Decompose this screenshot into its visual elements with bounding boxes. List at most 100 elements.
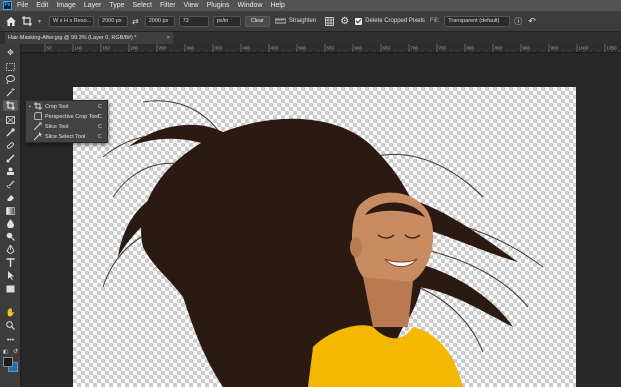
ruler-label: 950	[551, 46, 559, 51]
eyedropper-icon[interactable]	[3, 127, 18, 138]
crop-tool-flyout: ▪ Crop Tool C Perspective Crop Tool C Sl…	[25, 100, 108, 143]
close-icon[interactable]: ×	[167, 32, 170, 44]
ruler-label: 250	[159, 46, 167, 51]
straighten-label[interactable]: Straighten	[289, 18, 316, 24]
flyout-item-perspective-crop[interactable]: Perspective Crop Tool C	[26, 111, 107, 122]
reset-icon[interactable]: ↶	[528, 16, 536, 27]
swap-colors-icon[interactable]: ↺	[13, 348, 18, 355]
ruler-label: 500	[299, 46, 307, 51]
menu-type[interactable]: Type	[109, 2, 124, 9]
flyout-item-slice[interactable]: Slice Tool C	[26, 122, 107, 132]
info-icon[interactable]: ⓘ	[514, 16, 522, 27]
clear-button[interactable]: Clear	[244, 15, 270, 27]
flyout-item-crop[interactable]: ▪ Crop Tool C	[26, 102, 107, 112]
ruler-label: 450	[271, 46, 279, 51]
menu-filter[interactable]: Filter	[160, 2, 176, 9]
perspective-crop-icon	[33, 111, 42, 122]
crop-tool-icon[interactable]	[3, 100, 18, 111]
tools-panel: ✥ ✋ ••• ◧ ↺	[0, 44, 21, 387]
shortcut-key: C	[98, 104, 102, 110]
menu-file[interactable]: File	[17, 2, 28, 9]
ruler-label: 550	[327, 46, 335, 51]
ruler-label: 700	[411, 46, 419, 51]
ruler-label: 300	[187, 46, 195, 51]
menu-view[interactable]: View	[184, 2, 199, 9]
document-tab-title: Hair-Masking-After.jpg @ 99.3% (Layer 0,…	[8, 35, 137, 41]
more-tools-icon[interactable]: •••	[3, 335, 18, 346]
width-field[interactable]: 2000 px	[98, 15, 129, 27]
straighten-icon[interactable]	[274, 18, 286, 24]
rectangle-tool-icon[interactable]	[3, 283, 18, 294]
crop-icon	[33, 102, 42, 112]
brush-tool-icon[interactable]	[3, 153, 18, 164]
zoom-tool-icon[interactable]	[3, 320, 18, 331]
menu-layer[interactable]: Layer	[84, 2, 102, 9]
ratio-select[interactable]: W x H x Reso...	[49, 15, 95, 27]
stamp-tool-icon[interactable]	[3, 166, 18, 177]
overlay-grid-icon[interactable]	[325, 16, 335, 26]
eraser-icon[interactable]	[3, 192, 18, 203]
flyout-item-label: Slice Select Tool	[45, 134, 86, 140]
foreground-color-swatch[interactable]	[3, 357, 13, 367]
chevron-down-icon[interactable]: ▾	[38, 18, 41, 25]
ruler-label: 50	[47, 46, 53, 51]
blur-tool-icon[interactable]	[3, 218, 18, 229]
ruler-label: 150	[103, 46, 111, 51]
photoshop-logo[interactable]: Ps	[3, 1, 12, 10]
ruler-label: 350	[215, 46, 223, 51]
shortcut-key: C	[98, 124, 102, 130]
unit-select[interactable]: px/in	[212, 15, 241, 27]
gear-icon[interactable]: ⚙	[340, 16, 349, 27]
image-canvas[interactable]	[73, 87, 576, 387]
document-tab[interactable]: Hair-Masking-After.jpg @ 99.3% (Layer 0,…	[5, 32, 173, 44]
marquee-tool-icon[interactable]	[3, 61, 18, 72]
shortcut-key: C	[98, 134, 102, 140]
pen-tool-icon[interactable]	[3, 244, 18, 255]
ruler-label: 1000	[579, 46, 590, 51]
dodge-tool-icon[interactable]	[3, 231, 18, 242]
flyout-item-slice-select[interactable]: Slice Select Tool C	[26, 132, 107, 142]
resolution-field[interactable]: 72	[178, 15, 209, 27]
ruler-label: 600	[355, 46, 363, 51]
ruler-label: 650	[383, 46, 391, 51]
shortcut-key: C	[98, 114, 102, 120]
menu-help[interactable]: Help	[270, 2, 284, 9]
move-tool-icon[interactable]: ✥	[3, 47, 18, 58]
flyout-item-label: Slice Tool	[45, 124, 69, 130]
menu-edit[interactable]: Edit	[36, 2, 48, 9]
path-selection-icon[interactable]	[3, 270, 18, 281]
magic-wand-icon[interactable]	[3, 87, 18, 98]
swap-icon[interactable]: ⇄	[132, 17, 139, 26]
height-field[interactable]: 2000 px	[144, 15, 175, 27]
ruler-label: 850	[495, 46, 503, 51]
delete-cropped-checkbox[interactable]	[355, 17, 363, 25]
history-brush-icon[interactable]	[3, 179, 18, 190]
ruler-label: 400	[243, 46, 251, 51]
slice-select-icon	[33, 132, 42, 142]
ruler-label: 200	[131, 46, 139, 51]
flyout-item-label: Crop Tool	[45, 104, 69, 110]
portrait-photo	[102, 100, 544, 387]
home-icon[interactable]	[6, 16, 16, 26]
menu-image[interactable]: Image	[56, 2, 75, 9]
ruler-label: 800	[467, 46, 475, 51]
document-workspace[interactable]	[22, 54, 621, 387]
frame-tool-icon[interactable]	[3, 114, 18, 125]
menu-bar: Ps File Edit Image Layer Type Select Fil…	[0, 0, 621, 11]
menu-select[interactable]: Select	[133, 2, 152, 9]
lasso-tool-icon[interactable]	[3, 74, 18, 85]
crop-tool-preset-icon[interactable]	[22, 16, 32, 26]
ruler-label: 100	[75, 46, 83, 51]
options-bar: ▾ W x H x Reso... 2000 px ⇄ 2000 px 72 p…	[0, 11, 621, 32]
default-colors-icon[interactable]: ◧	[3, 349, 11, 357]
delete-cropped-label[interactable]: Delete Cropped Pixels	[365, 18, 425, 24]
menu-window[interactable]: Window	[238, 2, 263, 9]
type-tool-icon[interactable]	[3, 257, 18, 268]
fill-select[interactable]: Transparent (default)	[444, 15, 511, 27]
horizontal-ruler[interactable]: 50 100 150 200 250 300 350 400 450 500 550 600 650 70…	[21, 44, 621, 53]
gradient-tool-icon[interactable]	[3, 205, 18, 216]
fill-label: Fill:	[429, 18, 440, 24]
healing-brush-icon[interactable]	[3, 140, 18, 151]
menu-plugins[interactable]: Plugins	[207, 2, 230, 9]
hand-tool-icon[interactable]: ✋	[3, 307, 18, 318]
